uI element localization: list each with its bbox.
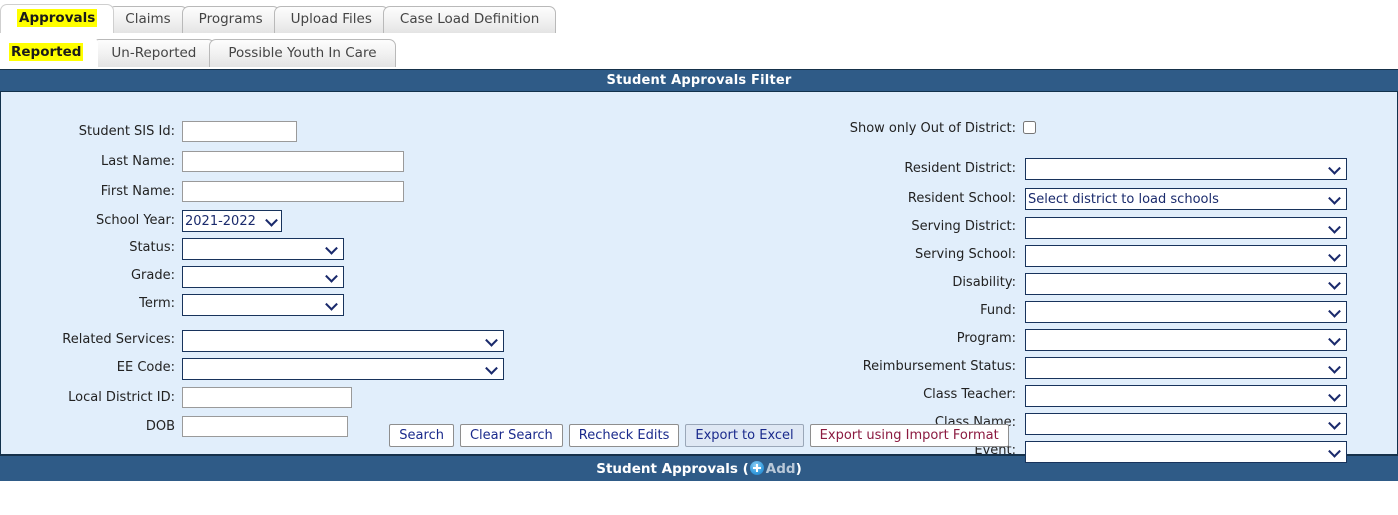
local-district-id-label: Local District ID: [68,390,175,405]
serving-district-label: Serving District: [911,219,1016,234]
primary-tab-bar: Approvals Claims Programs Upload Files C… [0,0,1398,33]
resident-school-select-wrap: Select district to load schools [1025,188,1347,210]
filter-form: Student SIS Id: Last Name: First Name: S… [0,91,1398,463]
tab-reported-label: Reported [9,43,84,61]
class-teacher-select-wrap [1025,385,1347,407]
serving-school-select-wrap [1025,245,1347,267]
related-services-select[interactable] [182,330,504,352]
show-only-out-of-district-label: Show only Out of District: [849,121,1016,136]
close-paren-char: ) [795,461,802,477]
serving-school-select[interactable] [1025,245,1347,267]
resident-school-select[interactable]: Select district to load schools [1025,188,1347,210]
school-year-label: School Year: [96,213,175,228]
status-select-wrap [182,238,344,260]
ee-code-label: EE Code: [116,360,175,375]
export-using-import-format-button[interactable]: Export using Import Format [809,424,1009,447]
student-sis-id-label: Student SIS Id: [78,124,175,139]
school-year-select[interactable]: 2021-2022 [182,210,282,232]
search-button[interactable]: Search [389,424,454,447]
add-link[interactable]: Add [766,461,796,477]
related-services-label: Related Services: [62,332,175,347]
class-teacher-label: Class Teacher: [923,387,1016,402]
student-approvals-title: Student Approvals [596,461,738,477]
grade-select[interactable] [182,266,344,288]
tab-programs-label: Programs [198,11,263,27]
serving-district-select[interactable] [1025,217,1347,239]
secondary-tab-bar: Reported Un-Reported Possible Youth In C… [0,31,1398,67]
tab-case-load-definition[interactable]: Case Load Definition [382,6,557,33]
resident-district-select-wrap [1025,158,1347,180]
filter-button-row: Search Clear Search Recheck Edits Export… [1,424,1397,447]
open-paren-char: ( [742,461,749,477]
serving-district-select-wrap [1025,217,1347,239]
tab-possible-youth-in-care-label: Possible Youth In Care [228,45,377,61]
program-label: Program: [956,331,1016,346]
fund-label: Fund: [980,303,1016,318]
class-teacher-select[interactable] [1025,385,1347,407]
last-name-input[interactable] [182,151,404,172]
show-only-out-of-district-checkbox[interactable] [1023,121,1036,134]
reimbursement-status-select-wrap [1025,357,1347,379]
local-district-id-input[interactable] [182,387,352,408]
grade-select-wrap [182,266,344,288]
panel-title: Student Approvals Filter [0,70,1398,91]
program-select[interactable] [1025,329,1347,351]
student-sis-id-input[interactable] [182,121,297,142]
program-select-wrap [1025,329,1347,351]
tab-programs[interactable]: Programs [181,6,280,33]
first-name-label: First Name: [100,184,175,199]
tab-un-reported-label: Un-Reported [111,45,197,61]
first-name-input[interactable] [182,181,404,202]
status-label: Status: [129,240,175,255]
disability-label: Disability: [952,275,1016,290]
tab-upload-files-label: Upload Files [290,11,372,27]
related-services-select-wrap [182,330,504,352]
fund-select[interactable] [1025,301,1347,323]
resident-district-select[interactable] [1025,158,1347,180]
tab-claims[interactable]: Claims [108,6,188,33]
tab-case-load-definition-label: Case Load Definition [399,11,540,27]
term-label: Term: [139,296,175,311]
term-select[interactable] [182,294,344,316]
ee-code-select[interactable] [182,358,504,380]
reimbursement-status-select[interactable] [1025,357,1347,379]
tab-possible-youth-in-care[interactable]: Possible Youth In Care [209,39,396,67]
tab-claims-label: Claims [125,11,171,27]
tab-upload-files[interactable]: Upload Files [273,6,389,33]
tab-approvals-label: Approvals [17,9,98,27]
reimbursement-status-label: Reimbursement Status: [862,359,1016,374]
export-to-excel-button[interactable]: Export to Excel [685,424,804,447]
fund-select-wrap [1025,301,1347,323]
student-approvals-filter-panel: Student Approvals Filter Student SIS Id:… [0,69,1398,463]
ee-code-select-wrap [182,358,504,380]
grade-label: Grade: [130,268,175,283]
last-name-label: Last Name: [101,154,175,169]
resident-district-label: Resident District: [904,161,1016,176]
tab-approvals[interactable]: Approvals [0,4,115,33]
resident-school-label: Resident School: [907,191,1016,206]
school-year-select-wrap: 2021-2022 [182,210,282,232]
recheck-edits-button[interactable]: Recheck Edits [568,424,680,447]
term-select-wrap [182,294,344,316]
disability-select[interactable] [1025,273,1347,295]
tab-un-reported[interactable]: Un-Reported [92,39,216,67]
serving-school-label: Serving School: [914,247,1016,262]
clear-search-button[interactable]: Clear Search [459,424,563,447]
disability-select-wrap [1025,273,1347,295]
circle-plus-icon[interactable] [749,461,764,475]
tab-reported[interactable]: Reported [0,37,99,67]
status-select[interactable] [182,238,344,260]
